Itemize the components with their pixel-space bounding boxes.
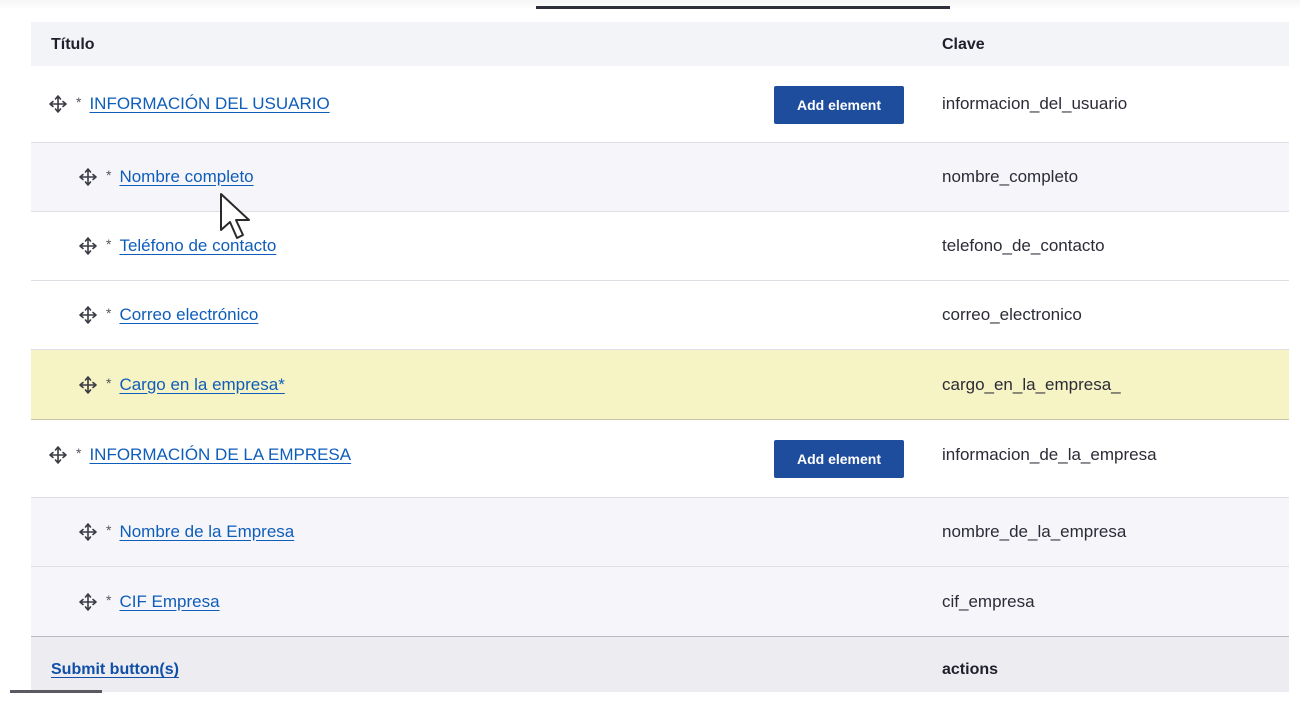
required-marker: * bbox=[106, 522, 112, 538]
drag-handle-icon[interactable] bbox=[78, 522, 98, 542]
table-row: * INFORMACIÓN DE LA EMPRESA Add element … bbox=[31, 420, 1289, 498]
row-title-cell: * CIF Empresa bbox=[78, 567, 220, 636]
required-marker: * bbox=[76, 94, 82, 110]
element-link-informacion-del-usuario[interactable]: INFORMACIÓN DEL USUARIO bbox=[89, 94, 329, 114]
row-title-cell: * Teléfono de contacto bbox=[78, 212, 276, 280]
row-key: telefono_de_contacto bbox=[942, 236, 1105, 255]
table-header: Título Clave bbox=[31, 22, 1289, 66]
table-row: * INFORMACIÓN DEL USUARIO Add element in… bbox=[31, 66, 1289, 143]
active-tab-indicator bbox=[536, 6, 950, 9]
required-marker: * bbox=[106, 374, 112, 391]
required-marker: * bbox=[76, 444, 82, 461]
element-link-nombre-de-la-empresa[interactable]: Nombre de la Empresa bbox=[119, 522, 294, 542]
table-row: * Nombre de la Empresa nombre_de_la_empr… bbox=[31, 498, 1289, 567]
required-marker: * bbox=[106, 305, 112, 321]
row-key: cif_empresa bbox=[942, 591, 1035, 611]
table-row: * CIF Empresa cif_empresa bbox=[31, 567, 1289, 636]
row-key: nombre_de_la_empresa bbox=[942, 522, 1127, 541]
required-marker: * bbox=[106, 167, 112, 183]
table-row: * Teléfono de contacto telefono_de_conta… bbox=[31, 212, 1289, 281]
element-link-telefono-de-contacto[interactable]: Teléfono de contacto bbox=[119, 236, 276, 256]
row-key: correo_electronico bbox=[942, 305, 1082, 324]
row-title-cell: * Nombre completo bbox=[78, 143, 254, 211]
row-title-cell: * INFORMACIÓN DEL USUARIO bbox=[48, 66, 330, 142]
drag-handle-icon[interactable] bbox=[78, 167, 98, 187]
element-link-cargo-en-la-empresa[interactable]: Cargo en la empresa* bbox=[119, 375, 284, 395]
required-marker: * bbox=[106, 236, 112, 252]
drag-handle-icon[interactable] bbox=[78, 305, 98, 325]
row-key: nombre_completo bbox=[942, 167, 1079, 186]
row-title-cell: * Cargo en la empresa* bbox=[78, 350, 285, 419]
add-element-button[interactable]: Add element bbox=[774, 440, 904, 478]
bottom-edge bbox=[0, 693, 1300, 701]
row-title-cell: * Correo electrónico bbox=[78, 281, 258, 349]
element-link-cif-empresa[interactable]: CIF Empresa bbox=[119, 592, 219, 612]
row-title-cell: * INFORMACIÓN DE LA EMPRESA bbox=[48, 420, 351, 489]
drag-handle-icon[interactable] bbox=[48, 445, 68, 465]
row-key: cargo_en_la_empresa_ bbox=[942, 374, 1121, 394]
element-link-nombre-completo[interactable]: Nombre completo bbox=[119, 167, 253, 187]
drag-handle-icon[interactable] bbox=[48, 94, 68, 114]
element-link-correo-electronico[interactable]: Correo electrónico bbox=[119, 305, 258, 325]
row-title-cell: * Nombre de la Empresa bbox=[78, 498, 294, 566]
element-link-informacion-de-la-empresa[interactable]: INFORMACIÓN DE LA EMPRESA bbox=[89, 445, 351, 465]
drag-handle-icon[interactable] bbox=[78, 592, 98, 612]
table-row: * Correo electrónico correo_electronico bbox=[31, 281, 1289, 350]
table-row-highlighted: * Cargo en la empresa* cargo_en_la_empre… bbox=[31, 350, 1289, 420]
row-key: informacion_de_la_empresa bbox=[942, 444, 1157, 464]
drag-handle-icon[interactable] bbox=[78, 236, 98, 256]
progress-line bbox=[10, 690, 102, 693]
add-element-button[interactable]: Add element bbox=[774, 86, 904, 124]
column-header-title: Título bbox=[51, 36, 95, 53]
column-header-key: Clave bbox=[942, 36, 985, 53]
table-footer-row: Submit button(s) actions bbox=[31, 636, 1289, 692]
submit-buttons-link[interactable]: Submit button(s) bbox=[51, 661, 179, 679]
required-marker: * bbox=[106, 591, 112, 608]
row-key: informacion_del_usuario bbox=[942, 94, 1128, 113]
row-key: actions bbox=[942, 661, 999, 678]
elements-table: Título Clave * INFORMACIÓN DEL USUARIO A… bbox=[31, 22, 1289, 692]
drag-handle-icon[interactable] bbox=[78, 375, 98, 395]
table-row: * Nombre completo nombre_completo bbox=[31, 143, 1289, 212]
